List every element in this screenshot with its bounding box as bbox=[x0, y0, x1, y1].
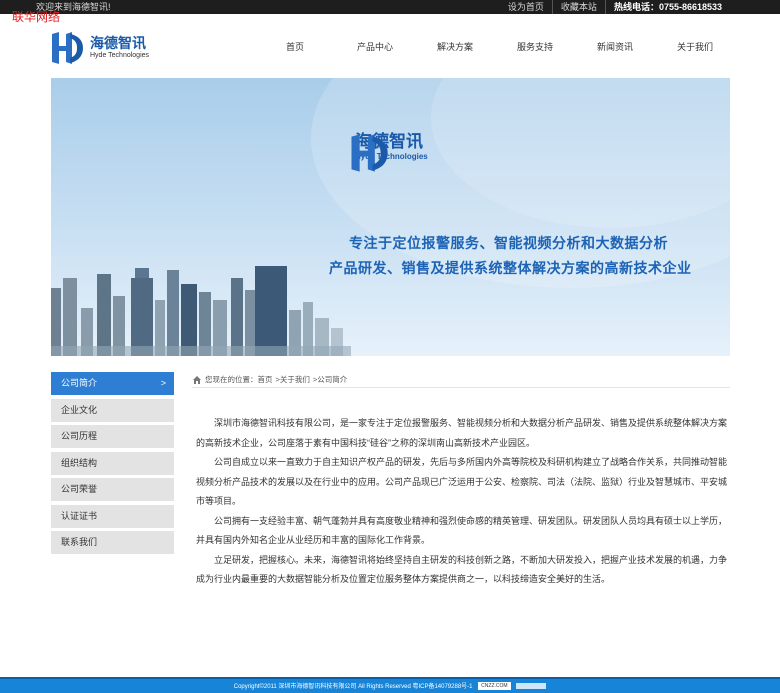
logo-name-cn: 海德智讯 bbox=[90, 35, 146, 51]
sidebar-item-label: 公司荣誉 bbox=[61, 484, 98, 494]
header: 海德智讯 Hyde Technologies 首页 产品中心 解决方案 服务支持… bbox=[0, 14, 780, 78]
home-icon bbox=[193, 375, 201, 384]
main-content: 您现在的位置：首页 >关于我们 >公司简介 深圳市海德智讯科技有限公司，是一家专… bbox=[192, 372, 730, 590]
nav-home[interactable]: 首页 bbox=[255, 40, 335, 53]
article-paragraph: 深圳市海德智讯科技有限公司，是一家专注于定位报警服务、智能视频分析和大数据分析产… bbox=[196, 418, 728, 448]
banner-logo: 海德智讯 Hyde Technologies bbox=[349, 132, 428, 172]
sidebar-item-culture[interactable]: 企业文化 bbox=[51, 398, 174, 422]
article-paragraph: 立足研发，把握核心。未来，海德智讯将始终坚持自主研发的科技创新之路，不断加大研发… bbox=[196, 554, 728, 585]
sidebar-item-label: 联系我们 bbox=[61, 537, 98, 547]
top-bar: 欢迎来到海德智讯! 设为首页 收藏本站 热线电话：0755-86618533 bbox=[0, 0, 780, 14]
breadcrumb-home[interactable]: 您现在的位置：首页 bbox=[205, 373, 273, 387]
breadcrumb-about[interactable]: >关于我们 bbox=[276, 373, 310, 387]
article-paragraph: 公司自成立以来一直致力于自主知识产权产品的研发，先后与多所国内外高等院校及科研机… bbox=[196, 457, 728, 506]
sidebar-item-label: 企业文化 bbox=[61, 404, 98, 415]
site-logo[interactable]: 海德智讯 Hyde Technologies bbox=[50, 28, 170, 68]
sidebar-item-organization[interactable]: 组织结构 bbox=[51, 451, 174, 475]
sidebar-item-label: 公司历程 bbox=[61, 431, 98, 441]
sidebar-item-honors[interactable]: 公司荣誉 bbox=[51, 478, 174, 501]
banner-slogan-line2: 产品研发、销售及提供系统整体解决方案的高新技术企业 bbox=[329, 260, 692, 276]
breadcrumb-current: >公司简介 bbox=[312, 374, 348, 384]
logo-icon bbox=[50, 30, 84, 66]
top-links: 设为首页 收藏本站 热线电话：0755-86618533 bbox=[500, 0, 730, 14]
nav-service[interactable]: 服务支持 bbox=[495, 40, 575, 53]
city-skyline-illustration bbox=[51, 78, 730, 356]
bookmark-link[interactable]: 收藏本站 bbox=[551, 0, 605, 14]
nav-solutions[interactable]: 解决方案 bbox=[415, 40, 495, 53]
banner-slogan-line1: 专注于定位报警服务、智能视频分析和大数据分析 bbox=[349, 235, 668, 251]
watermark-text: 联华网络 bbox=[12, 10, 61, 24]
hotline-text: 热线电话：0755-86618533 bbox=[604, 0, 730, 14]
nav-about[interactable]: 关于我们 bbox=[655, 40, 735, 53]
cnzz-badge[interactable]: CNZZ.COM bbox=[478, 682, 511, 691]
stats-badge[interactable] bbox=[516, 683, 547, 690]
sidebar-item-label: 认证证书 bbox=[61, 510, 98, 521]
chevron-right-icon: > bbox=[160, 378, 166, 388]
hero-banner: 海德智讯 Hyde Technologies 专注于定位报警服务、智能视频分析和… bbox=[51, 78, 730, 356]
company-profile-article: 深圳市海德智讯科技有限公司，是一家专注于定位报警服务、智能视频分析和大数据分析产… bbox=[192, 414, 730, 590]
nav-products[interactable]: 产品中心 bbox=[335, 40, 415, 53]
set-homepage-link[interactable]: 设为首页 bbox=[500, 0, 552, 14]
nav-news[interactable]: 新闻资讯 bbox=[575, 40, 655, 53]
sidebar-item-contact[interactable]: 联系我们 bbox=[51, 531, 174, 554]
sidebar-item-company-profile[interactable]: 公司简介 > bbox=[51, 372, 174, 395]
banner-logo-icon bbox=[351, 134, 388, 172]
sidebar-item-certificates[interactable]: 认证证书 bbox=[51, 504, 174, 528]
article-paragraph: 公司拥有一支经验丰富、朝气蓬勃并具有高度敬业精神和强烈使命感的精英管理、研发团队… bbox=[196, 515, 728, 546]
footer: Copyright©2011 深圳市海德智讯科技有限公司 All Rights … bbox=[0, 677, 780, 693]
breadcrumb: 您现在的位置：首页 >关于我们 >公司简介 bbox=[192, 372, 730, 388]
about-sidebar: 公司简介 > 企业文化 公司历程 组织结构 公司荣誉 认证证书 联系我们 bbox=[51, 372, 174, 558]
sidebar-item-history[interactable]: 公司历程 bbox=[51, 425, 174, 448]
sidebar-item-label: 组织结构 bbox=[61, 457, 98, 468]
sidebar-item-label: 公司简介 bbox=[61, 378, 98, 388]
copyright-text: Copyright©2011 深圳市海德智讯科技有限公司 All Rights … bbox=[233, 684, 473, 690]
logo-name-en: Hyde Technologies bbox=[90, 52, 150, 59]
main-nav: 首页 产品中心 解决方案 服务支持 新闻资讯 关于我们 bbox=[255, 40, 735, 53]
